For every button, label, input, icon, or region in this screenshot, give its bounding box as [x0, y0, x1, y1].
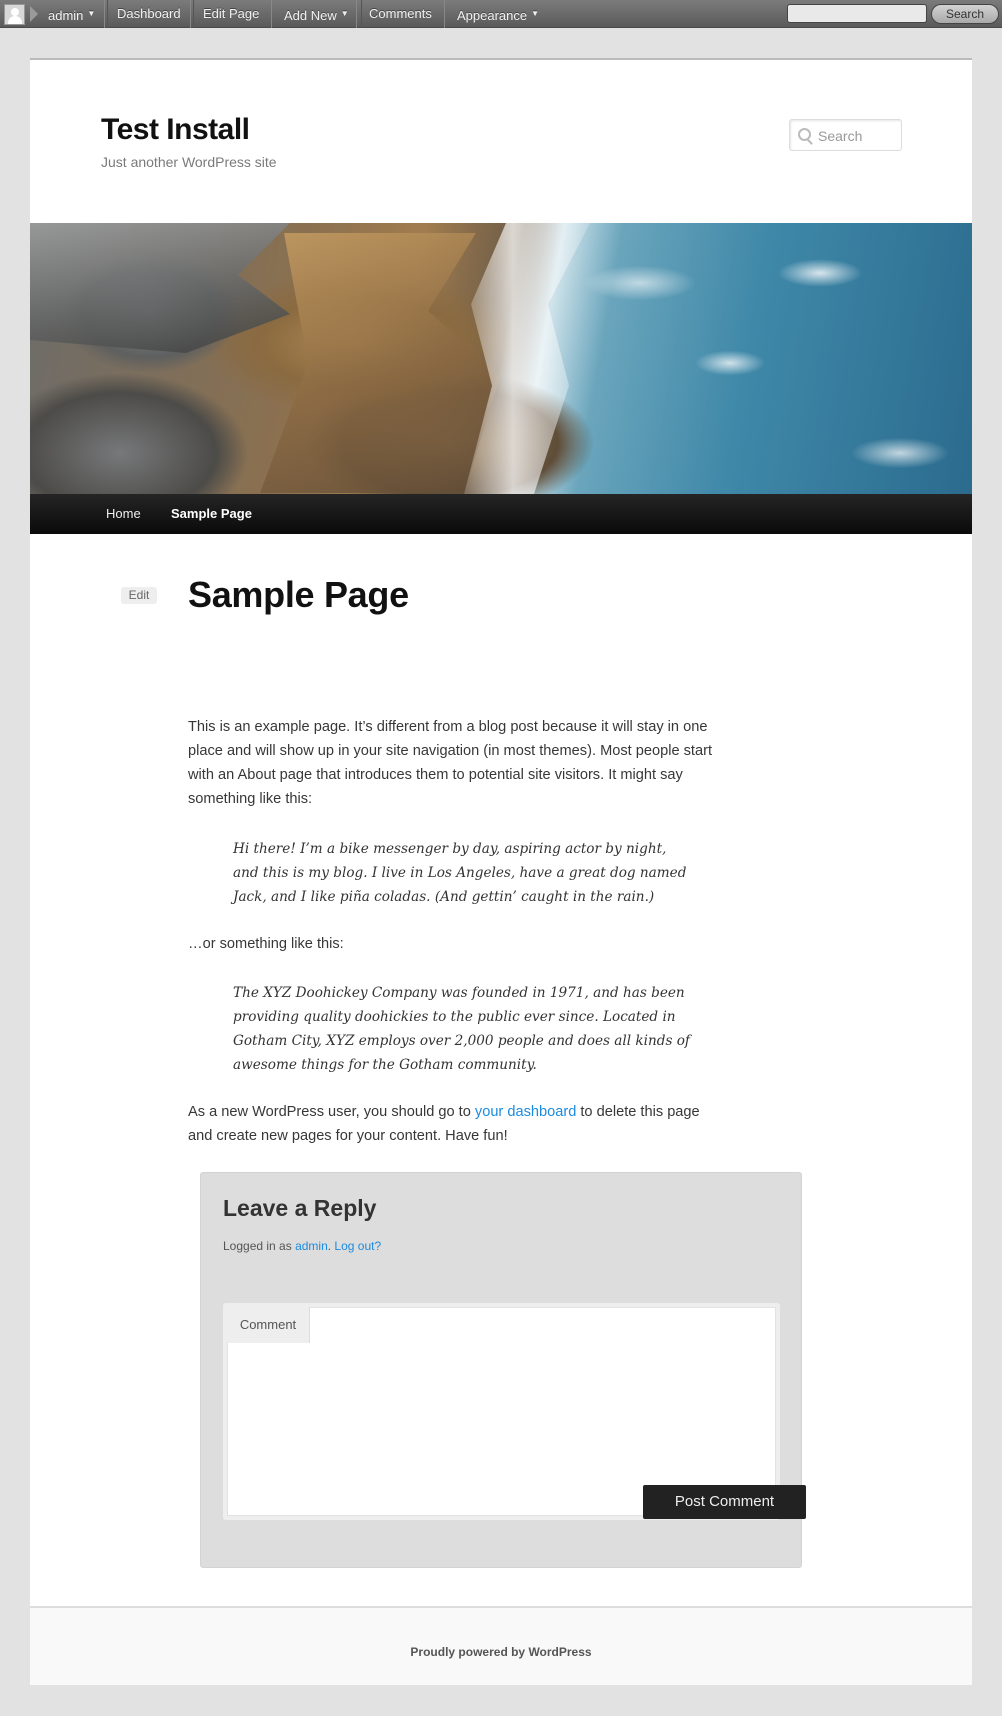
- user-link[interactable]: admin: [295, 1239, 328, 1253]
- logout-link[interactable]: Log out?: [334, 1239, 381, 1253]
- main-navigation: Home Sample Page: [30, 494, 972, 534]
- admin-search-input[interactable]: [787, 4, 927, 23]
- reply-title: Leave a Reply: [223, 1195, 377, 1221]
- admin-bar-appearance[interactable]: Appearance ▼: [444, 0, 551, 28]
- site-title[interactable]: Test Install: [101, 113, 250, 147]
- search-placeholder: Search: [818, 128, 863, 144]
- caret-down-icon: ▼: [340, 9, 349, 18]
- search-icon: [798, 128, 811, 141]
- dashboard-label: Dashboard: [117, 6, 181, 21]
- caret-down-icon: ▼: [531, 9, 540, 18]
- admin-bar-dashboard[interactable]: Dashboard: [104, 0, 194, 28]
- site-footer: Proudly powered by WordPress: [30, 1606, 972, 1685]
- dashboard-link[interactable]: your dashboard: [475, 1104, 576, 1120]
- admin-bar-comments[interactable]: Comments: [356, 0, 445, 28]
- comment-label: Comment: [227, 1307, 310, 1343]
- blockquote-messenger: Hi there! I’m a bike messenger by day, a…: [233, 841, 687, 905]
- appearance-label: Appearance: [457, 8, 528, 23]
- site-search-input[interactable]: Search: [789, 119, 902, 151]
- admin-bar-add-new[interactable]: Add New ▼: [271, 0, 362, 28]
- paragraph-dashboard-text: As a new WordPress user, you should go t…: [188, 1104, 475, 1120]
- page-title: Sample Page: [188, 574, 409, 615]
- admin-user-label: admin: [48, 8, 84, 23]
- paragraph-or: …or something like this:: [188, 936, 344, 952]
- nav-item-home[interactable]: Home: [106, 494, 141, 534]
- add-new-label: Add New: [284, 8, 337, 23]
- edit-link[interactable]: Edit: [121, 587, 157, 604]
- footer-credit[interactable]: Proudly powered by WordPress: [30, 1645, 972, 1659]
- logged-in-as: Logged in as admin. Log out?: [223, 1239, 381, 1253]
- paragraph-intro: This is an example page. It’s different …: [188, 719, 713, 807]
- blockquote-company: The XYZ Doohickey Company was founded in…: [233, 985, 690, 1073]
- logged-in-prefix: Logged in as: [223, 1239, 296, 1253]
- edit-page-label: Edit Page: [203, 6, 260, 21]
- nav-item-sample-page[interactable]: Sample Page: [171, 494, 252, 534]
- header-image[interactable]: [30, 223, 972, 494]
- site-description: Just another WordPress site: [101, 154, 277, 170]
- admin-bar-edit-page[interactable]: Edit Page: [190, 0, 273, 28]
- comments-label: Comments: [369, 6, 432, 21]
- admin-search-button[interactable]: Search: [931, 4, 999, 24]
- avatar[interactable]: [4, 4, 25, 25]
- admin-bar: admin ▼ Dashboard Edit Page Add New ▼ Comm…: [0, 0, 1002, 28]
- post-comment-button[interactable]: Post Comment: [643, 1485, 806, 1519]
- paragraph-dashboard: As a new WordPress user, you should go t…: [188, 1100, 728, 1148]
- caret-down-icon: ▼: [87, 9, 96, 18]
- admin-user-menu[interactable]: admin ▼: [36, 0, 109, 28]
